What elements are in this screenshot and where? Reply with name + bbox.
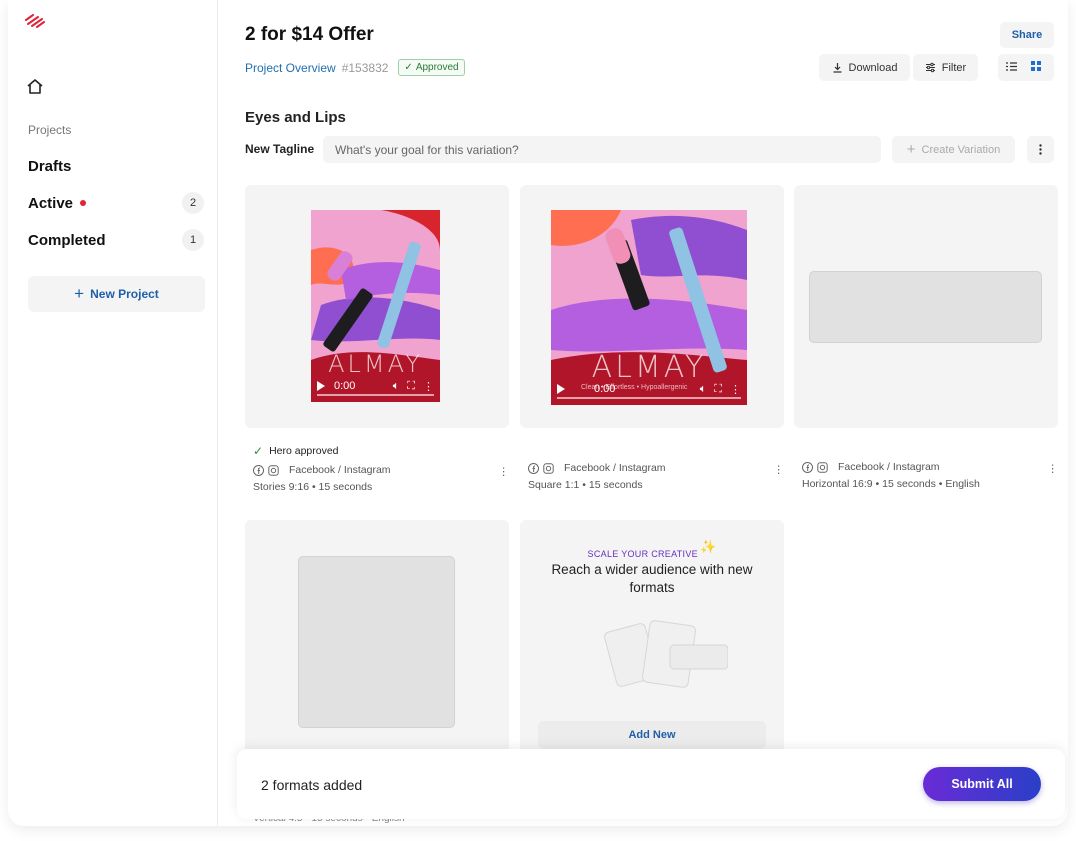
download-icon — [833, 63, 842, 73]
share-button[interactable]: Share — [1000, 22, 1054, 48]
sidebar-item-label: Completed — [28, 231, 106, 249]
brand-logo-icon[interactable] — [24, 14, 46, 33]
new-project-button[interactable]: + New Project — [28, 276, 205, 312]
count-badge: 2 — [182, 192, 204, 214]
card-meta: Facebook / Instagram Square 1:1 • 15 sec… — [528, 462, 792, 491]
promo-card: SCALE YOUR CREATIVE ✨ Reach a wider audie… — [520, 520, 784, 760]
video-menu-icon[interactable]: ⋮ — [730, 383, 741, 396]
creative-card[interactable] — [245, 520, 509, 760]
facebook-icon — [528, 462, 539, 474]
sidebar-item-label: Active — [28, 194, 74, 212]
promo-eyebrow: SCALE YOUR CREATIVE ✨ — [587, 539, 717, 559]
video-thumbnail[interactable]: ALMAY Clean • Effortless • Hypoallergeni… — [551, 210, 747, 405]
volume-icon[interactable]: 🔈︎ — [700, 383, 707, 396]
check-icon: ✓ — [404, 62, 413, 73]
video-time: 0:00 — [594, 383, 616, 395]
app-window: Projects Drafts Active 2 Completed 1 + N… — [8, 0, 1068, 826]
hero-approved-note: ✓ Hero approved — [253, 444, 339, 458]
facebook-icon — [253, 464, 264, 476]
video-menu-icon[interactable]: ⋮ — [423, 380, 434, 393]
tagline-row: New Tagline + Create Variation — [245, 136, 1054, 163]
formats-illustration-icon — [604, 620, 728, 688]
card-menu-icon[interactable]: ⋮ — [1048, 463, 1059, 475]
volume-icon[interactable]: 🔈︎ — [393, 380, 400, 393]
breadcrumb: Project Overview #153832 ✓ Approved — [245, 59, 465, 76]
video-controls: 0:00 🔈︎ ⛶ ⋮ — [311, 370, 440, 402]
view-toggle — [998, 54, 1054, 81]
sidebar-item-drafts[interactable]: Drafts — [28, 153, 204, 179]
plus-icon: + — [74, 284, 85, 303]
create-variation-label: Create Variation — [921, 143, 1001, 156]
goal-input[interactable] — [323, 136, 881, 163]
creative-card[interactable]: ALMAY Clean • Effortless • Hypoallergeni… — [520, 185, 784, 428]
video-time: 0:00 — [334, 380, 356, 392]
status-badge: ✓ Approved — [398, 59, 465, 76]
video-controls: 0:00 🔈︎ ⛶ ⋮ — [551, 373, 747, 405]
card-menu-icon[interactable]: ⋮ — [499, 466, 510, 478]
project-id: #153832 — [341, 60, 389, 75]
create-variation-button[interactable]: + Create Variation — [892, 136, 1015, 163]
format-specs: Square 1:1 • 15 seconds — [528, 479, 643, 491]
fullscreen-icon[interactable]: ⛶ — [714, 383, 722, 396]
promo-title: Reach a wider audience with new formats — [551, 562, 753, 595]
format-specs: Horizontal 16:9 • 15 seconds • English — [802, 478, 980, 490]
submit-all-button[interactable]: Submit All — [923, 767, 1041, 801]
facebook-icon — [802, 461, 813, 473]
add-new-button[interactable]: Add New — [538, 721, 766, 749]
download-button[interactable]: Download — [819, 54, 910, 81]
filter-button[interactable]: Filter — [913, 54, 978, 81]
sidebar-item-active[interactable]: Active 2 — [28, 190, 204, 216]
more-options-button[interactable] — [1027, 136, 1054, 163]
tagline-label: New Tagline — [245, 142, 315, 156]
home-icon[interactable] — [26, 78, 44, 100]
status-badge-label: Approved — [415, 62, 459, 73]
sparkle-icon: ✨ — [699, 539, 717, 554]
submit-bar: 2 formats added Submit All — [237, 749, 1065, 819]
sidebar-item-completed[interactable]: Completed 1 — [28, 227, 204, 253]
instagram-icon — [268, 464, 279, 476]
video-placeholder — [298, 556, 455, 728]
variation-title: Eyes and Lips — [245, 109, 346, 126]
fullscreen-icon[interactable]: ⛶ — [407, 380, 415, 393]
projects-section-label: Projects — [28, 123, 72, 137]
card-meta: Facebook / Instagram Horizontal 16:9 • 1… — [802, 461, 1066, 490]
check-icon: ✓ — [253, 444, 264, 458]
platform-label: Facebook / Instagram — [838, 461, 940, 473]
platform-label: Facebook / Instagram — [564, 462, 666, 474]
sidebar-item-label: Drafts — [28, 157, 72, 175]
play-icon[interactable] — [317, 381, 325, 391]
video-thumbnail[interactable]: ALMAY 0:00 🔈︎ ⛶ ⋮ — [311, 210, 440, 402]
creative-card[interactable] — [794, 185, 1058, 428]
formats-added-count: 2 formats added — [261, 777, 363, 793]
instagram-icon — [543, 462, 554, 474]
card-menu-icon[interactable]: ⋮ — [774, 464, 785, 476]
page-title: 2 for $14 Offer — [245, 24, 374, 45]
filter-icon — [925, 62, 935, 73]
sidebar: Projects Drafts Active 2 Completed 1 + N… — [8, 0, 218, 826]
video-placeholder — [809, 271, 1042, 343]
kebab-icon — [1039, 144, 1042, 155]
instagram-icon — [817, 461, 828, 473]
project-overview-link[interactable]: Project Overview — [245, 61, 336, 75]
plus-icon: + — [906, 141, 916, 158]
list-view-icon[interactable] — [1005, 61, 1023, 74]
filter-label: Filter — [941, 61, 967, 74]
download-label: Download — [848, 61, 898, 74]
count-badge: 1 — [182, 229, 204, 251]
creative-card[interactable]: ALMAY 0:00 🔈︎ ⛶ ⋮ — [245, 185, 509, 428]
card-meta: Facebook / Instagram Stories 9:16 • 15 s… — [253, 464, 517, 493]
grid-view-icon[interactable] — [1030, 61, 1047, 74]
hero-approved-label: Hero approved — [269, 445, 339, 457]
new-project-label: New Project — [90, 287, 159, 301]
video-progress[interactable] — [317, 394, 434, 396]
format-specs: Stories 9:16 • 15 seconds — [253, 481, 373, 493]
play-icon[interactable] — [557, 384, 565, 394]
platform-label: Facebook / Instagram — [289, 464, 391, 476]
active-indicator-dot — [80, 200, 87, 206]
video-progress[interactable] — [557, 397, 741, 399]
